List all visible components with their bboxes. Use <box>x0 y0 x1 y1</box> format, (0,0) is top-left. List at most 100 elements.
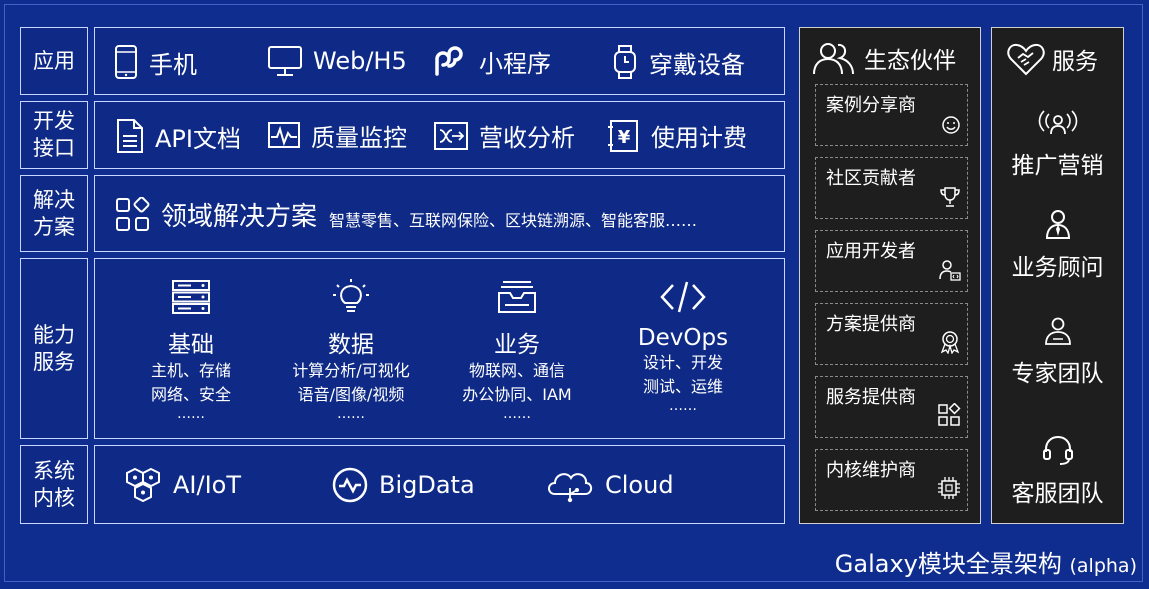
partners-panel: 生态伙伴 案例分享商 社区贡献者 应用开发者 方案提供商 服务提供商 内核维护商 <box>799 27 981 524</box>
partners-header: 生态伙伴 <box>812 40 956 76</box>
app-item-phone[interactable]: 手机 <box>113 44 197 80</box>
app-item-miniprogram[interactable]: 小程序 <box>431 42 551 80</box>
layer-label-capability-text: 能力 服务 <box>33 322 75 374</box>
api-item-revenue-label: 营收分析 <box>479 124 575 152</box>
solution-examples: 智慧零售、互联网保险、区块链溯源、智能客服…… <box>329 210 698 230</box>
app-item-wearable[interactable]: 穿戴设备 <box>611 44 745 80</box>
partner-community-contributor-label: 社区贡献者 <box>826 168 916 189</box>
service-experts-label: 专家团队 <box>1011 361 1104 387</box>
hexagon-cluster-icon <box>123 466 163 504</box>
headset-icon <box>1041 434 1075 466</box>
handshake-heart-icon <box>1006 42 1046 76</box>
layer-label-api: 开发 接口 <box>20 101 88 169</box>
api-item-docs-label: API文档 <box>155 124 241 153</box>
api-item-billing-label: 使用计费 <box>651 124 747 152</box>
document-icon <box>115 118 145 154</box>
kernel-item-aiiot-label: AI/IoT <box>173 471 242 499</box>
kernel-item-bigdata-label: BigData <box>379 471 475 499</box>
billing-icon: ¥ <box>607 119 641 153</box>
advisor-icon <box>1044 208 1072 240</box>
capability-group-devops[interactable]: DevOps 设计、开发 测试、运维 …… <box>583 279 783 413</box>
api-item-docs[interactable]: API文档 <box>115 118 241 154</box>
blocks-icon <box>937 402 961 431</box>
api-item-quality[interactable]: 质量监控 <box>267 118 407 153</box>
app-item-wearable-label: 穿戴设备 <box>649 50 745 79</box>
partner-case-sharer-label: 案例分享商 <box>826 95 916 116</box>
expert-icon <box>1043 316 1073 346</box>
partner-service-provider[interactable]: 服务提供商 <box>815 376 968 438</box>
people-icon <box>812 40 856 76</box>
layer-label-kernel-text: 系统 内核 <box>33 458 75 510</box>
partner-solution-provider-label: 方案提供商 <box>826 314 916 335</box>
inbox-tray-icon <box>497 279 537 315</box>
diagram-title: Galaxy模块全景架构 (alpha) <box>835 544 1137 579</box>
layer-label-api-text: 开发 接口 <box>33 109 75 160</box>
cloud-icon <box>545 466 595 504</box>
services-header: 服务 <box>1006 42 1098 76</box>
wave-circle-icon <box>331 466 369 504</box>
partner-app-developer[interactable]: 应用开发者 <box>815 230 968 292</box>
kernel-item-aiiot[interactable]: AI/IoT <box>123 466 241 504</box>
partner-app-developer-label: 应用开发者 <box>826 241 916 262</box>
broadcast-person-icon <box>1038 110 1078 138</box>
diagram-title-text: Galaxy模块全景架构 <box>834 550 1062 578</box>
layer-label-app-text: 应用 <box>33 48 75 73</box>
layer-label-solution-text: 解决 方案 <box>33 187 75 239</box>
app-item-phone-label: 手机 <box>149 50 197 79</box>
code-icon <box>659 279 707 315</box>
app-layer: 手机 Web/H5 小程序 穿戴设备 <box>94 27 785 95</box>
partners-title: 生态伙伴 <box>864 48 956 74</box>
apps-grid-icon <box>115 196 151 233</box>
service-support-label: 客服团队 <box>1011 481 1104 507</box>
service-advisor-label: 业务顾问 <box>1011 255 1104 281</box>
service-marketing-label: 推广营销 <box>1011 153 1104 179</box>
solution-title: 领域解决方案 <box>161 202 318 232</box>
partner-kernel-maintainer[interactable]: 内核维护商 <box>815 449 968 511</box>
service-support[interactable]: 客服团队 <box>992 434 1123 508</box>
capability-devops-line-2: 测试、运维 <box>642 377 723 396</box>
partner-case-sharer[interactable]: 案例分享商 <box>815 84 968 146</box>
capability-layer: 基础 主机、存储 网络、安全 …… 数据 计算分析/可视化 语音/图像/视频 …… <box>94 258 785 439</box>
layer-label-kernel: 系统 内核 <box>20 445 88 524</box>
layer-label-solution: 解决 方案 <box>20 175 88 252</box>
chip-icon <box>937 476 961 504</box>
solution-layer: 领域解决方案 智慧零售、互联网保险、区块链溯源、智能客服…… <box>94 175 785 252</box>
developer-icon <box>939 259 961 285</box>
app-item-web[interactable]: Web/H5 <box>267 44 407 78</box>
layer-label-capability: 能力 服务 <box>20 258 88 439</box>
kernel-item-cloud-label: Cloud <box>605 471 674 499</box>
solution-row[interactable]: 领域解决方案 智慧零售、互联网保险、区块链溯源、智能客服…… <box>115 196 697 233</box>
award-icon <box>939 330 961 358</box>
server-icon <box>171 279 211 315</box>
kernel-layer: AI/IoT BigData Cloud <box>94 445 785 524</box>
api-item-revenue[interactable]: 营收分析 <box>433 118 575 153</box>
api-layer: API文档 质量监控 营收分析 ¥ 使用计费 <box>94 101 785 169</box>
mini-program-icon <box>431 42 469 80</box>
kernel-item-cloud[interactable]: Cloud <box>545 466 674 504</box>
service-advisor[interactable]: 业务顾问 <box>992 208 1123 282</box>
api-item-quality-label: 质量监控 <box>311 124 407 152</box>
service-marketing[interactable]: 推广营销 <box>992 110 1123 180</box>
api-item-billing[interactable]: ¥ 使用计费 <box>607 118 747 153</box>
lightbulb-icon <box>331 279 371 315</box>
analysis-icon <box>433 120 469 152</box>
partner-community-contributor[interactable]: 社区贡献者 <box>815 157 968 219</box>
service-experts[interactable]: 专家团队 <box>992 316 1123 388</box>
app-item-web-label: Web/H5 <box>313 47 407 75</box>
capability-devops-title: DevOps <box>637 325 729 351</box>
app-item-miniprogram-label: 小程序 <box>479 49 551 78</box>
diagram-title-tag: (alpha) <box>1069 555 1138 577</box>
capability-devops-more: …… <box>669 398 697 414</box>
partner-solution-provider[interactable]: 方案提供商 <box>815 303 968 365</box>
partner-service-provider-label: 服务提供商 <box>826 387 916 408</box>
phone-icon <box>113 44 139 80</box>
watch-icon <box>611 44 639 80</box>
kernel-item-bigdata[interactable]: BigData <box>331 466 475 504</box>
pulse-monitor-icon <box>267 120 301 152</box>
svg-text:¥: ¥ <box>618 127 631 148</box>
monitor-icon <box>267 44 303 78</box>
services-title: 服务 <box>1052 49 1098 75</box>
layer-label-app: 应用 <box>20 27 88 95</box>
smile-icon <box>941 115 961 139</box>
trophy-icon <box>939 186 961 212</box>
